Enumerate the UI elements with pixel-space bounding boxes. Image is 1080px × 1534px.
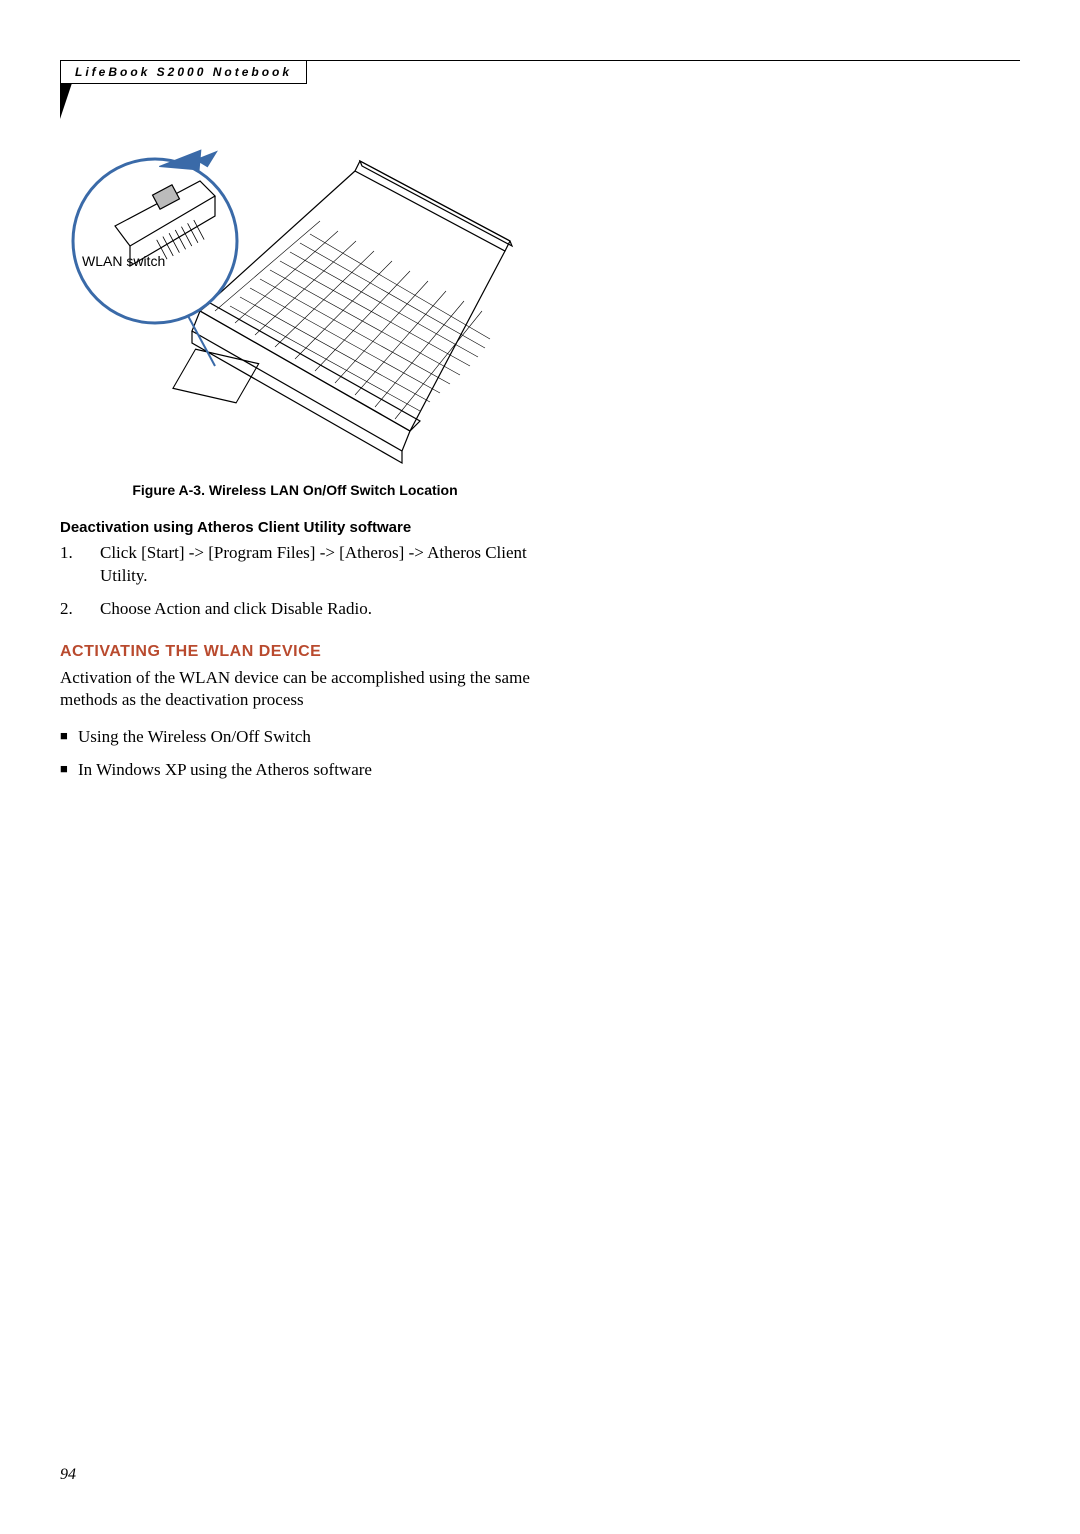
top-rule: LifeBook S2000 Notebook [60,60,1020,61]
tab-notch [60,83,72,119]
list-item: ■ Using the Wireless On/Off Switch [60,726,530,749]
wlan-switch-figure: WLAN switch [60,131,530,471]
figure-block: WLAN switch Figure A-3. Wireless LAN On/… [60,131,530,500]
subsection-heading-deactivation: Deactivation using Atheros Client Utilit… [60,518,530,538]
page: LifeBook S2000 Notebook [0,0,1080,1534]
paragraph: Activation of the WLAN device can be acc… [60,667,530,713]
list-item: 2. Choose Action and click Disable Radio… [60,598,530,621]
section-heading-activating: ACTIVATING THE WLAN DEVICE [60,641,530,663]
page-number: 94 [60,1466,76,1484]
callout-label: WLAN switch [82,253,165,269]
figure-caption: Figure A-3. Wireless LAN On/Off Switch L… [60,481,530,500]
list-text: Choose Action and click Disable Radio. [100,598,530,621]
bullet-list-activation: ■ Using the Wireless On/Off Switch ■ In … [60,726,530,782]
list-item: 1. Click [Start] -> [Program Files] -> [… [60,542,530,588]
list-text: Click [Start] -> [Program Files] -> [Ath… [100,542,530,588]
running-title: LifeBook S2000 Notebook [75,65,292,79]
bullet-icon: ■ [60,759,78,782]
list-text: Using the Wireless On/Off Switch [78,726,311,749]
running-header-tab: LifeBook S2000 Notebook [60,60,307,84]
content-column: WLAN switch Figure A-3. Wireless LAN On/… [60,131,530,782]
list-number: 2. [60,598,100,621]
list-text: In Windows XP using the Atheros software [78,759,372,782]
bullet-icon: ■ [60,726,78,749]
list-number: 1. [60,542,100,588]
list-item: ■ In Windows XP using the Atheros softwa… [60,759,530,782]
ordered-list-deactivation: 1. Click [Start] -> [Program Files] -> [… [60,542,530,621]
